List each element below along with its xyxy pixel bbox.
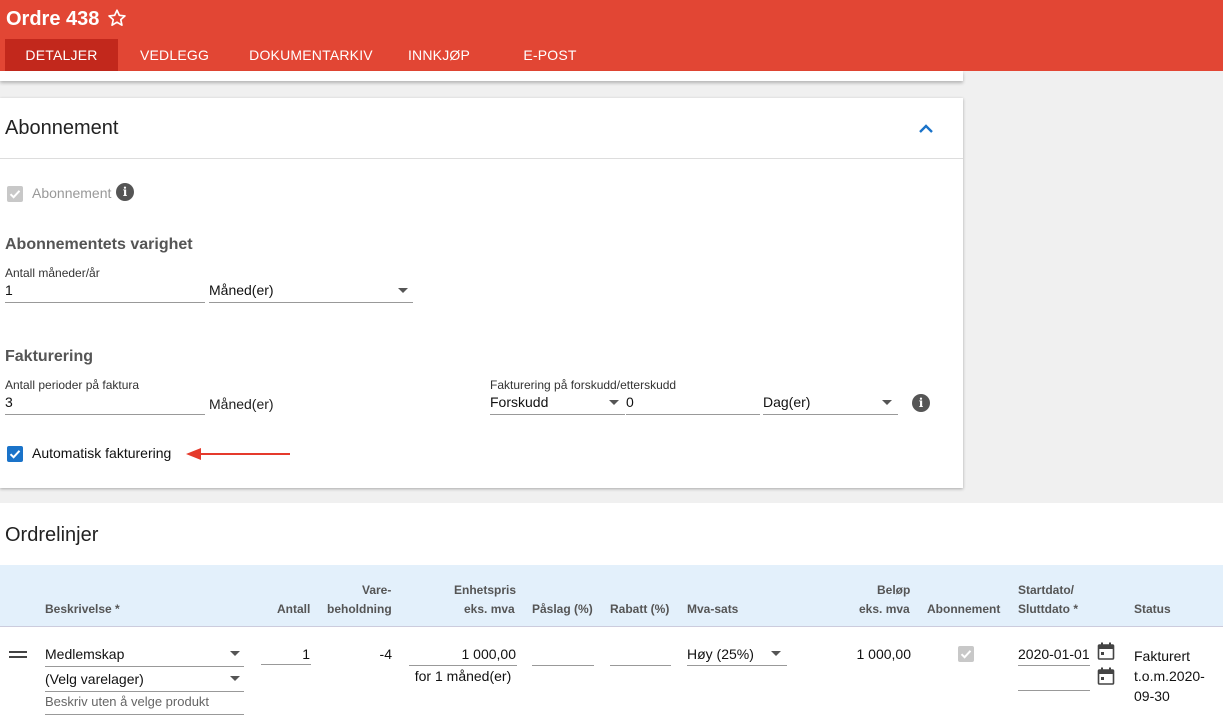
status-line-3: 09-30 <box>1134 688 1170 704</box>
chevron-up-icon[interactable] <box>917 121 935 135</box>
page-title: Ordre 438 <box>6 8 100 30</box>
col-dato-2: Sluttdato * <box>1018 602 1078 616</box>
produkt-underline <box>45 666 244 667</box>
perioder-input[interactable]: 3 <box>5 391 205 415</box>
perioder-label: Antall perioder på faktura <box>5 378 140 392</box>
perioder-unit: Måned(er) <box>209 396 274 412</box>
col-paslag: Påslag (%) <box>532 602 593 616</box>
col-vare-2: beholdning <box>327 602 392 616</box>
varighet-unit-value: Måned(er) <box>209 282 274 298</box>
info-icon[interactable]: i <box>116 183 134 201</box>
antall-underline <box>261 664 311 665</box>
forskudd-select[interactable]: Forskudd <box>490 391 625 415</box>
status-line-1: Fakturert <box>1134 648 1191 664</box>
col-enhet-1: Enhetspris <box>454 583 517 597</box>
ordrelinjer-panel: Ordrelinjer Beskrivelse * Antall Vare- b… <box>0 503 1223 716</box>
col-enhet-2: eks. mva <box>464 602 515 616</box>
abonnement-card-header[interactable]: Abonnement <box>0 98 963 159</box>
arrow-annotation-icon <box>186 448 290 460</box>
paslag-input[interactable] <box>532 665 594 666</box>
belop-value: 1 000,00 <box>856 646 912 662</box>
col-abonnement: Abonnement <box>927 602 1001 616</box>
varighet-title: Abonnementets varighet <box>5 236 193 253</box>
tab-detaljer[interactable]: DETALJER <box>5 39 118 71</box>
caret-down-icon <box>230 676 240 681</box>
col-rabatt: Rabatt (%) <box>610 602 670 616</box>
col-mva: Mva-sats <box>687 602 739 616</box>
caret-down-icon <box>882 400 892 405</box>
tab-bar: DETALJER VEDLEGG DOKUMENTARKIV INNKJØP E… <box>5 39 613 71</box>
mva-select-value[interactable]: Høy (25%) <box>687 646 754 662</box>
col-dato-1: Startdato/ <box>1018 583 1075 597</box>
automatisk-fakturering-checkbox[interactable] <box>7 446 23 462</box>
col-status: Status <box>1134 602 1171 616</box>
varelager-underline <box>45 691 244 692</box>
calendar-icon[interactable] <box>1097 667 1115 686</box>
col-vare-1: Vare- <box>362 583 392 597</box>
dager-input[interactable]: 0 <box>626 391 760 415</box>
enhetspris-periode: for 1 måned(er) <box>414 668 512 684</box>
info-icon[interactable]: i <box>912 394 930 412</box>
antall-maneder-input[interactable]: 1 <box>5 279 205 303</box>
abonnement-checkbox-label: Abonnement <box>32 185 112 201</box>
forskudd-value: Forskudd <box>490 394 549 410</box>
tab-dokumentarkiv[interactable]: DOKUMENTARKIV <box>231 39 391 71</box>
startdato-underline <box>1018 665 1090 666</box>
antall-maneder-label: Antall måneder/år <box>5 266 100 280</box>
abonnement-title: Abonnement <box>5 117 119 139</box>
fakturering-title: Fakturering <box>5 348 94 365</box>
enhetspris-underline <box>409 665 517 666</box>
drag-handle-icon[interactable] <box>9 650 27 660</box>
varighet-unit-select[interactable]: Måned(er) <box>209 279 413 303</box>
antall-input[interactable]: 1 <box>261 646 310 662</box>
forskudd-label: Fakturering på forskudd/etterskudd <box>490 378 677 392</box>
tab-innkjop[interactable]: INNKJØP <box>391 39 487 71</box>
startdato-input[interactable]: 2020-01-01 <box>1018 646 1090 662</box>
beholdning-value: -4 <box>379 646 392 662</box>
automatisk-fakturering-label: Automatisk fakturering <box>32 445 172 461</box>
beskrivelse-textarea[interactable]: Beskriv uten å velge produkt <box>45 694 209 709</box>
calendar-icon[interactable] <box>1097 642 1115 661</box>
mva-underline <box>687 665 787 666</box>
caret-down-icon <box>398 288 408 293</box>
enhetspris-input[interactable]: 1 000,00 <box>409 646 517 662</box>
sluttdato-input[interactable] <box>1018 690 1090 691</box>
rabatt-input[interactable] <box>610 665 671 666</box>
caret-down-icon <box>230 651 240 656</box>
caret-down-icon <box>609 400 619 405</box>
tab-epost[interactable]: E-POST <box>487 39 613 71</box>
abonnement-checkbox <box>7 186 23 202</box>
abonnement-card: Abonnement Abonnement i Abonnementets va… <box>0 98 963 488</box>
beskrivelse-underline <box>45 714 244 715</box>
status-text: Fakturert t.o.m.2020- 09-30 <box>1134 646 1205 706</box>
star-icon[interactable] <box>106 7 128 29</box>
previous-card-edge <box>0 71 963 81</box>
produkt-select-value[interactable]: Medlemskap <box>45 646 124 662</box>
ordrelinjer-title: Ordrelinjer <box>5 524 99 546</box>
ordrelinjer-table-header: Beskrivelse * Antall Vare- beholdning En… <box>0 565 1223 627</box>
col-beskrivelse: Beskrivelse * <box>45 602 120 616</box>
tab-vedlegg[interactable]: VEDLEGG <box>118 39 231 71</box>
col-antall: Antall <box>277 602 311 616</box>
col-belop-2: eks. mva <box>859 602 910 616</box>
dager-unit-select[interactable]: Dag(er) <box>763 391 898 415</box>
varelager-select-value[interactable]: (Velg varelager) <box>45 671 144 687</box>
col-belop-1: Beløp <box>877 583 911 597</box>
dager-unit-value: Dag(er) <box>763 394 811 410</box>
caret-down-icon <box>771 651 781 656</box>
app-header: Ordre 438 DETALJER VEDLEGG DOKUMENTARKIV… <box>0 0 1223 71</box>
row-abonnement-checkbox <box>958 646 974 662</box>
status-line-2: t.o.m.2020- <box>1134 668 1205 684</box>
